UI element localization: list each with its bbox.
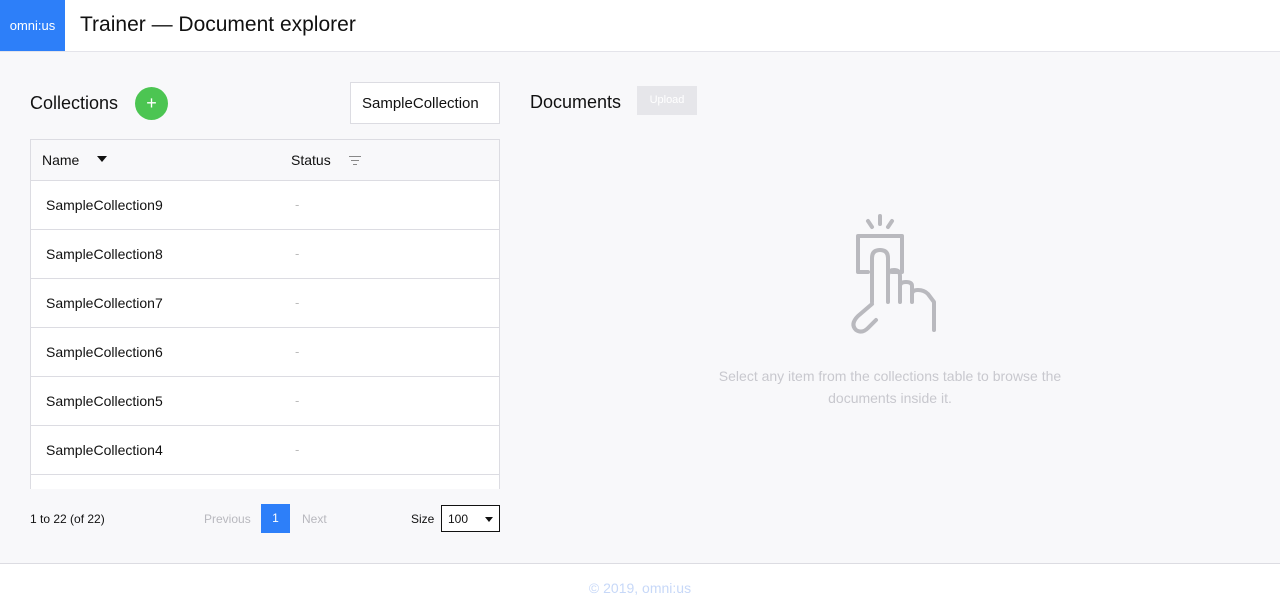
table-row[interactable]: SampleCollection6 -	[31, 328, 499, 377]
upload-button[interactable]: Upload	[637, 86, 697, 115]
empty-state-message: Select any item from the collections tab…	[718, 368, 1062, 406]
omnius-logo[interactable]: omni:us	[0, 0, 65, 51]
page-footer: © 2019, omni:us	[0, 563, 1280, 612]
footer-copyright: © 2019, omni:us	[588, 580, 692, 596]
collection-name-cell: SampleCollection7	[46, 295, 163, 311]
next-page-button[interactable]: Next	[302, 512, 327, 526]
table-body: SampleCollection9 - SampleCollection8 - …	[31, 181, 499, 475]
page-size-select[interactable]: 100	[441, 505, 500, 532]
collection-name-cell: SampleCollection9	[46, 197, 163, 213]
table-row[interactable]: SampleCollection5 -	[31, 377, 499, 426]
collections-table: Name Status SampleCollection9 - SampleCo…	[30, 139, 500, 489]
filter-icon[interactable]	[349, 156, 361, 165]
add-collection-button[interactable]: +	[135, 87, 168, 120]
collection-name-cell: SampleCollection8	[46, 246, 163, 262]
page-size-label: Size	[411, 512, 435, 526]
documents-title: Documents	[530, 92, 622, 112]
table-row[interactable]: SampleCollection8 -	[31, 230, 499, 279]
sort-descending-icon[interactable]	[97, 156, 107, 162]
table-header: Name Status	[31, 140, 499, 181]
collections-title: Collections	[30, 93, 119, 113]
pagination-summary: 1 to 22 (of 22)	[30, 512, 105, 526]
app-header: omni:us Trainer — Document explorer	[0, 0, 1280, 52]
column-header-name[interactable]: Name	[42, 152, 79, 168]
table-row[interactable]: SampleCollection9 -	[31, 181, 499, 230]
table-row[interactable]: SampleCollection7 -	[31, 279, 499, 328]
main-content: Collections + Name Status SampleCollecti…	[0, 52, 1280, 563]
app-title: Trainer — Document explorer	[80, 13, 356, 36]
table-row[interactable]: SampleCollection4 -	[31, 426, 499, 475]
collection-name-cell: SampleCollection4	[46, 442, 163, 458]
tap-hand-icon	[851, 214, 936, 334]
chevron-down-icon	[485, 517, 493, 522]
collection-search-input[interactable]	[350, 82, 500, 124]
page-number-button[interactable]: 1	[261, 504, 290, 533]
previous-page-button[interactable]: Previous	[204, 512, 251, 526]
collection-status-cell: -	[295, 442, 300, 457]
collection-status-cell: -	[295, 197, 300, 212]
collection-status-cell: -	[295, 295, 300, 310]
collection-name-cell: SampleCollection6	[46, 344, 163, 360]
page-size-value: 100	[448, 512, 469, 526]
column-header-status[interactable]: Status	[291, 152, 331, 168]
collection-status-cell: -	[295, 344, 300, 359]
collection-status-cell: -	[295, 246, 300, 261]
collection-status-cell: -	[295, 393, 300, 408]
collection-name-cell: SampleCollection5	[46, 393, 163, 409]
